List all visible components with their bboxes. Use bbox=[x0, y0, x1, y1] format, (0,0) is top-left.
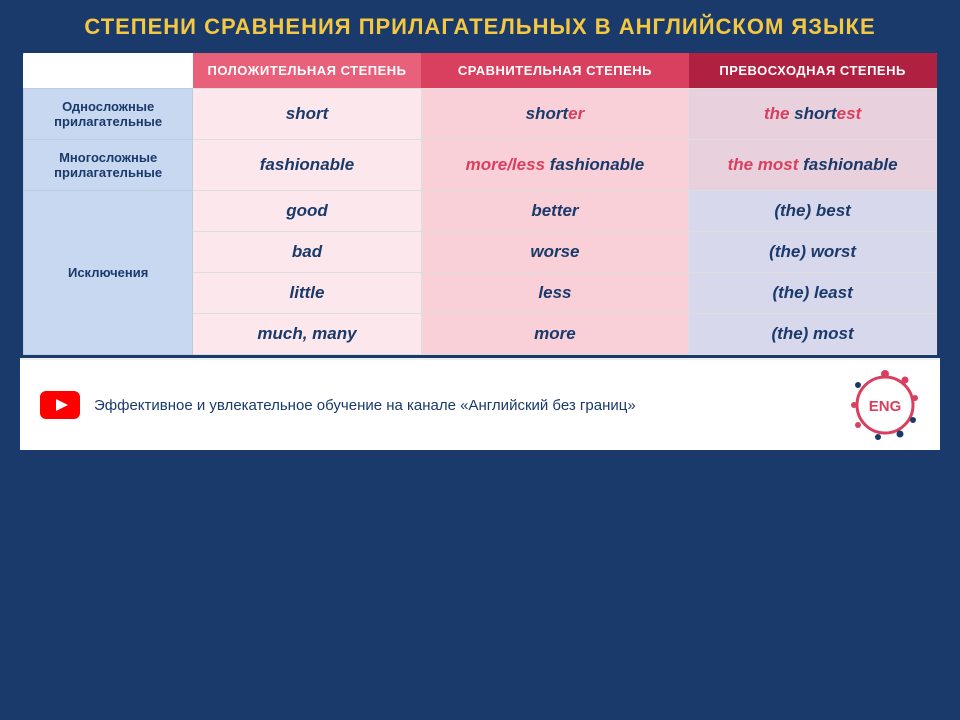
cell-sup-fashionable: the most fashionable bbox=[689, 140, 937, 191]
sup-short-suffix: est bbox=[837, 104, 862, 123]
cell-sup-least: (the) least bbox=[689, 273, 937, 314]
sup-the-prefix: the bbox=[764, 104, 794, 123]
row-label-monosyllabic: Односложные прилагательные bbox=[24, 89, 193, 140]
comp-short-suffix: er bbox=[568, 104, 584, 123]
cell-pos-bad: bad bbox=[193, 232, 421, 273]
cell-comp-worse: worse bbox=[421, 232, 689, 273]
table-wrapper: ПОЛОЖИТЕЛЬНАЯ СТЕПЕНЬ СРАВНИТЕЛЬНАЯ СТЕП… bbox=[20, 50, 940, 358]
main-table: ПОЛОЖИТЕЛЬНАЯ СТЕПЕНЬ СРАВНИТЕЛЬНАЯ СТЕП… bbox=[23, 53, 937, 355]
eng-logo-container: ENG bbox=[850, 370, 920, 440]
cell-pos-little: little bbox=[193, 273, 421, 314]
comp-fashionable-word: fashionable bbox=[550, 155, 644, 174]
main-title: СТЕПЕНИ СРАВНЕНИЯ ПРИЛАГАТЕЛЬНЫХ В АНГЛИ… bbox=[64, 0, 895, 50]
footer-text: Эффективное и увлекательное обучение на … bbox=[94, 397, 836, 414]
cell-comp-shorter: shorter bbox=[421, 89, 689, 140]
cell-comp-better: better bbox=[421, 191, 689, 232]
header-label-col bbox=[24, 53, 193, 89]
cell-pos-short: short bbox=[193, 89, 421, 140]
eng-logo-svg: ENG bbox=[850, 370, 920, 440]
table-header-row: ПОЛОЖИТЕЛЬНАЯ СТЕПЕНЬ СРАВНИТЕЛЬНАЯ СТЕП… bbox=[24, 53, 937, 89]
sup-the-most: the most bbox=[728, 155, 804, 174]
sup-short-base: short bbox=[794, 104, 837, 123]
row-label-polysyllabic: Многосложные прилагательные bbox=[24, 140, 193, 191]
comp-short-text: short bbox=[526, 104, 569, 123]
cell-comp-more: more bbox=[421, 314, 689, 355]
table-row-monosyllabic: Односложные прилагательные short shorter… bbox=[24, 89, 937, 140]
table-row-polysyllabic: Многосложные прилагательные fashionable … bbox=[24, 140, 937, 191]
cell-pos-good: good bbox=[193, 191, 421, 232]
footer: Эффективное и увлекательное обучение на … bbox=[20, 358, 940, 450]
header-superlative: ПРЕВОСХОДНАЯ СТЕПЕНЬ bbox=[689, 53, 937, 89]
youtube-icon bbox=[40, 391, 80, 419]
table-row-exc-good: Исключения good better (the) best bbox=[24, 191, 937, 232]
cell-comp-fashionable: more/less fashionable bbox=[421, 140, 689, 191]
row-label-exceptions: Исключения bbox=[24, 191, 193, 355]
cell-pos-much: much, many bbox=[193, 314, 421, 355]
comp-more-less: more/less bbox=[466, 155, 550, 174]
cell-sup-worst: (the) worst bbox=[689, 232, 937, 273]
sup-fashionable-word: fashionable bbox=[803, 155, 897, 174]
cell-sup-shortest: the shortest bbox=[689, 89, 937, 140]
header-positive: ПОЛОЖИТЕЛЬНАЯ СТЕПЕНЬ bbox=[193, 53, 421, 89]
svg-text:ENG: ENG bbox=[869, 398, 902, 415]
cell-sup-best: (the) best bbox=[689, 191, 937, 232]
cell-sup-most: (the) most bbox=[689, 314, 937, 355]
header-comparative: СРАВНИТЕЛЬНАЯ СТЕПЕНЬ bbox=[421, 53, 689, 89]
cell-comp-less: less bbox=[421, 273, 689, 314]
cell-pos-fashionable: fashionable bbox=[193, 140, 421, 191]
